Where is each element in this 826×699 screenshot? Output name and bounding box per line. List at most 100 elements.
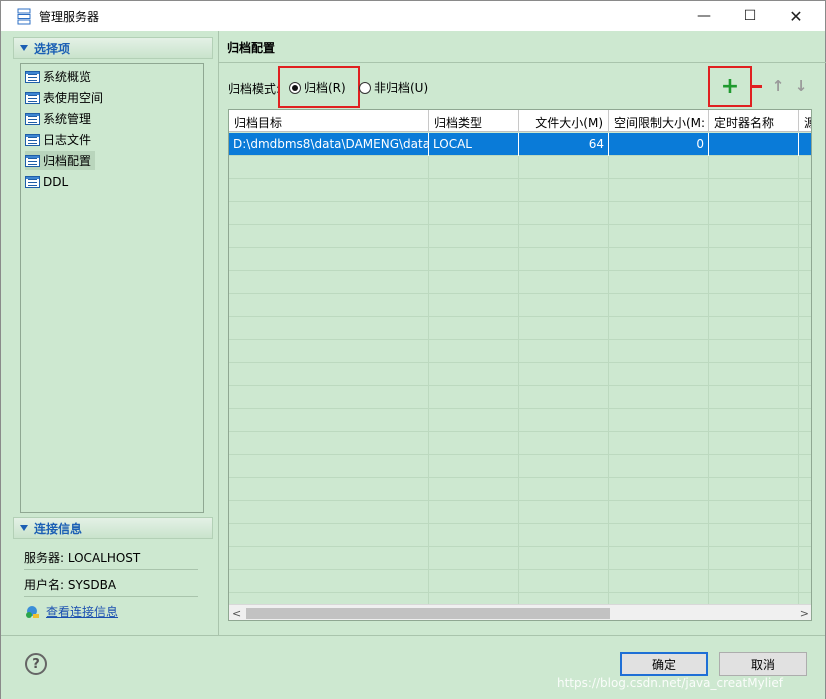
column-divider xyxy=(608,547,609,570)
table-header: 归档目标 归档类型 文件大小(M) 空间限制大小(M: 定时器名称 源 xyxy=(229,110,811,132)
sidebar-item-system-management[interactable]: 系统管理 xyxy=(25,109,95,128)
options-section-header[interactable]: 选择项 xyxy=(13,37,213,59)
archive-table[interactable]: 归档目标 归档类型 文件大小(M) 空间限制大小(M: 定时器名称 源 D:\d… xyxy=(228,109,812,621)
column-divider xyxy=(708,156,709,179)
scroll-right-icon[interactable]: > xyxy=(800,607,809,620)
column-divider xyxy=(798,363,799,386)
table-icon xyxy=(25,70,40,83)
column-header-timer-name[interactable]: 定时器名称 xyxy=(709,110,799,132)
column-divider xyxy=(518,156,519,179)
empty-table-row xyxy=(229,547,811,570)
empty-table-row xyxy=(229,179,811,202)
column-divider xyxy=(708,271,709,294)
column-divider xyxy=(708,386,709,409)
column-divider xyxy=(518,547,519,570)
column-divider xyxy=(428,478,429,501)
archive-mode-label: 归档模式: xyxy=(228,82,281,96)
user-info: 用户名: SYSDBA xyxy=(24,578,117,592)
column-divider xyxy=(708,547,709,570)
empty-table-row xyxy=(229,156,811,179)
column-divider xyxy=(518,317,519,340)
column-divider xyxy=(708,248,709,271)
server-info: 服务器: LOCALHOST xyxy=(24,551,141,565)
column-divider xyxy=(608,363,609,386)
window-title: 管理服务器 xyxy=(39,10,100,24)
table-row[interactable]: D:\dmdbms8\data\DAMENG\data LOCAL 64 0 xyxy=(229,133,811,156)
sidebar-item-table-space[interactable]: 表使用空间 xyxy=(25,88,107,107)
manage-server-dialog: 管理服务器 — ☐ ✕ 选择项 系统概览 表使用空间 系统管理 日志文件 归档配… xyxy=(0,0,826,699)
column-divider xyxy=(708,432,709,455)
column-header-source[interactable]: 源 xyxy=(799,110,811,132)
cell-archive-target: D:\dmdbms8\data\DAMENG\data xyxy=(229,133,429,156)
archive-radio[interactable]: 归档(R) xyxy=(289,79,346,96)
column-header-archive-type[interactable]: 归档类型 xyxy=(429,110,519,132)
collapse-triangle-icon xyxy=(20,525,28,531)
ok-button[interactable]: 确定 xyxy=(620,652,708,676)
column-divider xyxy=(428,294,429,317)
column-divider xyxy=(798,501,799,524)
empty-table-row xyxy=(229,363,811,386)
minimize-button[interactable]: — xyxy=(681,1,727,31)
column-divider xyxy=(798,340,799,363)
sidebar-item-log-files[interactable]: 日志文件 xyxy=(25,130,95,149)
column-divider xyxy=(708,294,709,317)
scrollbar-thumb[interactable] xyxy=(246,608,610,619)
move-down-button[interactable]: ↓ xyxy=(792,76,810,96)
empty-table-row xyxy=(229,570,811,593)
empty-table-row xyxy=(229,225,811,248)
cancel-button[interactable]: 取消 xyxy=(719,652,807,676)
help-icon[interactable]: ? xyxy=(25,653,47,675)
column-divider xyxy=(608,179,609,202)
column-divider xyxy=(518,294,519,317)
title-bar: 管理服务器 — ☐ ✕ xyxy=(1,1,825,31)
column-divider xyxy=(708,225,709,248)
column-divider xyxy=(798,386,799,409)
column-header-file-size[interactable]: 文件大小(M) xyxy=(519,110,609,132)
column-divider xyxy=(798,202,799,225)
empty-table-row xyxy=(229,501,811,524)
column-divider xyxy=(428,570,429,593)
column-divider xyxy=(708,340,709,363)
column-divider xyxy=(428,340,429,363)
column-divider xyxy=(608,386,609,409)
maximize-button[interactable]: ☐ xyxy=(727,1,773,31)
sidebar-item-archive-config[interactable]: 归档配置 xyxy=(25,151,96,170)
column-divider xyxy=(428,317,429,340)
column-divider xyxy=(518,248,519,271)
cell-space-limit: 0 xyxy=(609,133,709,156)
column-divider xyxy=(518,409,519,432)
column-divider xyxy=(428,363,429,386)
column-header-space-limit[interactable]: 空间限制大小(M: xyxy=(609,110,709,132)
archive-radio-label: 归档(R) xyxy=(304,81,346,95)
sidebar-item-ddl[interactable]: DDL xyxy=(25,172,72,191)
remove-archive-button[interactable] xyxy=(747,76,765,96)
empty-table-row xyxy=(229,202,811,225)
column-divider xyxy=(518,271,519,294)
column-divider xyxy=(518,478,519,501)
column-divider xyxy=(798,570,799,593)
table-icon xyxy=(25,112,40,125)
column-divider xyxy=(518,179,519,202)
column-divider xyxy=(608,524,609,547)
column-header-archive-target[interactable]: 归档目标 xyxy=(229,110,429,132)
sidebar-item-system-overview[interactable]: 系统概览 xyxy=(25,67,95,86)
move-up-button[interactable]: ↑ xyxy=(769,76,787,96)
empty-table-row xyxy=(229,386,811,409)
empty-table-row xyxy=(229,524,811,547)
view-connection-info-link[interactable]: 查看连接信息 xyxy=(24,603,118,620)
column-divider xyxy=(608,225,609,248)
empty-table-row xyxy=(229,317,811,340)
column-divider xyxy=(798,317,799,340)
column-divider xyxy=(518,225,519,248)
column-divider xyxy=(518,524,519,547)
sidebar-item-label: 系统管理 xyxy=(43,112,92,126)
connection-section-header[interactable]: 连接信息 xyxy=(13,517,213,539)
horizontal-scrollbar[interactable]: < > xyxy=(229,604,811,620)
no-archive-radio[interactable]: 非归档(U) xyxy=(359,79,428,96)
empty-table-row xyxy=(229,432,811,455)
scroll-left-icon[interactable]: < xyxy=(232,607,241,620)
close-button[interactable]: ✕ xyxy=(773,1,819,31)
column-divider xyxy=(428,501,429,524)
archive-config-panel: 归档配置 归档模式: 归档(R) 非归档(U) + ↑ ↓ 归档目标 归档类型 xyxy=(218,31,826,635)
add-archive-button[interactable]: + xyxy=(721,74,739,99)
